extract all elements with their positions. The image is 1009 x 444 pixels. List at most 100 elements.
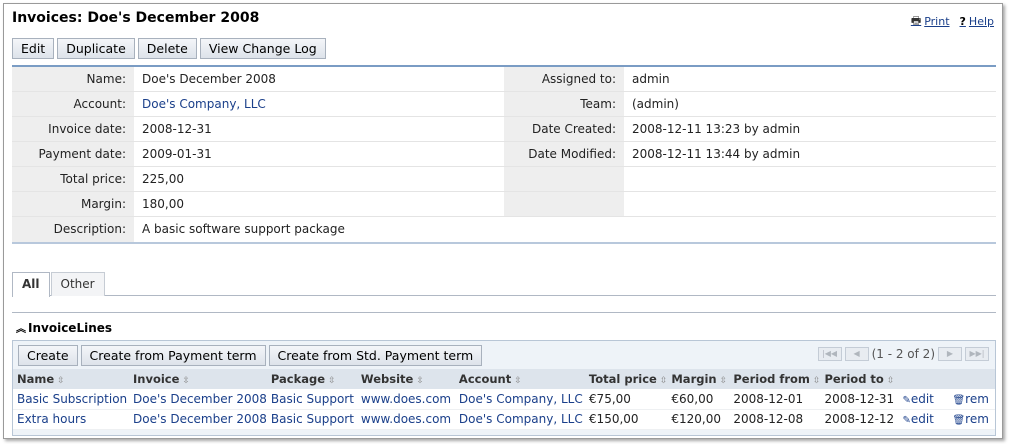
sort-icon: ⇳ <box>514 376 522 386</box>
column-header-invoice[interactable]: Invoice ⇳ <box>129 369 267 389</box>
next-page-icon[interactable]: ▶ <box>938 347 962 361</box>
duplicate-button[interactable]: Duplicate <box>57 38 135 59</box>
total-price-cell: €150,00 <box>584 409 668 430</box>
sort-icon: ⇳ <box>886 376 895 386</box>
invoicelines-table: Name ⇳ Invoice ⇳ Package ⇳ Website ⇳ Account… <box>13 369 995 430</box>
printer-icon: 🖶 <box>910 14 922 27</box>
date-modified-value: 2008-12-11 13:44 by admin <box>632 147 801 161</box>
period-from-cell: 2008-12-01 <box>729 389 821 410</box>
period-from-cell: 2008-12-08 <box>729 409 821 430</box>
divider <box>12 312 996 313</box>
table-row: Basic Subscription Doe's December 2008 B… <box>13 389 995 410</box>
invoice-date-value: 2008-12-31 <box>142 122 212 136</box>
help-link[interactable]: ? Help <box>960 12 994 31</box>
view-change-log-button[interactable]: View Change Log <box>199 38 326 59</box>
first-page-icon[interactable]: |◀◀ <box>817 347 842 361</box>
payment-date-value: 2009-01-31 <box>142 147 212 161</box>
create-from-std-payment-term-button[interactable]: Create from Std. Payment term <box>268 344 483 366</box>
edit-link[interactable]: ✎edit <box>902 412 933 426</box>
package-link[interactable]: Basic Support <box>271 392 354 406</box>
date-created-value: 2008-12-11 13:23 by admin <box>632 122 801 136</box>
collapse-chevron-icon[interactable]: ︽ <box>16 320 26 335</box>
account-link[interactable]: Doe's Company, LLC <box>459 412 583 426</box>
website-link[interactable]: www.does.com <box>361 392 451 406</box>
field-label: Description: <box>12 217 134 242</box>
sort-icon: ⇳ <box>416 376 424 386</box>
remove-link[interactable]: 🗑rem <box>952 412 988 426</box>
line-name-link[interactable]: Extra hours <box>17 412 86 426</box>
edit-pencil-icon: ✎ <box>902 394 911 406</box>
margin-cell: €60,00 <box>667 389 730 410</box>
field-label: Margin: <box>12 192 134 216</box>
pager-text: (1 - 2 of 2) <box>871 347 935 361</box>
remove-link[interactable]: 🗑rem <box>952 392 988 406</box>
line-name-link[interactable]: Basic Subscription <box>17 392 127 406</box>
invoicelines-section-header[interactable]: ︽ InvoiceLines <box>16 320 113 336</box>
total-price-value: 225,00 <box>142 172 184 186</box>
sort-icon: ⇳ <box>182 376 190 386</box>
account-value: Doe's Company, LLC <box>134 92 504 116</box>
sort-icon: ⇳ <box>328 376 336 386</box>
invoice-detail-window: Invoices: Doe's December 2008 🖶 Print ? … <box>3 3 1003 439</box>
package-link[interactable]: Basic Support <box>271 412 354 426</box>
field-value-empty <box>624 192 996 216</box>
sort-icon: ⇳ <box>57 376 65 386</box>
total-price-cell: €75,00 <box>584 389 668 410</box>
prev-page-icon[interactable]: ◀ <box>844 347 869 361</box>
invoice-link[interactable]: Doe's December 2008 <box>133 412 267 426</box>
column-header-account[interactable]: Account ⇳ <box>455 369 585 389</box>
description-value: A basic software support package <box>142 222 345 236</box>
column-header-name[interactable]: Name ⇳ <box>13 369 129 389</box>
detail-row-payment-date: Payment date: 2009-01-31 Date Modified: … <box>12 142 996 167</box>
column-header-edit <box>898 369 948 389</box>
column-header-period-to[interactable]: Period to ⇳ <box>820 369 898 389</box>
account-link[interactable]: Doe's Company, LLC <box>142 97 266 111</box>
column-header-total-price[interactable]: Total price ⇳ <box>585 369 667 389</box>
account-link[interactable]: Doe's Company, LLC <box>459 392 583 406</box>
column-header-package[interactable]: Package ⇳ <box>267 369 357 389</box>
create-from-payment-term-button[interactable]: Create from Payment term <box>80 344 266 366</box>
delete-button[interactable]: Delete <box>137 38 197 59</box>
help-label: Help <box>968 15 994 28</box>
field-label: Date Modified: <box>504 142 624 166</box>
detail-row-name: Name: Doe's December 2008 Assigned to: a… <box>12 67 996 92</box>
field-label-empty <box>504 167 624 191</box>
section-title: InvoiceLines <box>28 320 113 335</box>
edit-button[interactable]: Edit <box>12 38 55 59</box>
page-title: Invoices: Doe's December 2008 <box>12 10 260 26</box>
field-label: Account: <box>12 92 134 116</box>
detail-row-invoice-date: Invoice date: 2008-12-31 Date Created: 2… <box>12 117 996 142</box>
detail-row-description: Description: A basic software support pa… <box>12 217 996 242</box>
trash-icon: 🗑 <box>952 394 966 406</box>
margin-value: 180,00 <box>142 197 184 211</box>
action-toolbar: Edit Duplicate Delete View Change Log <box>12 38 326 59</box>
header-links: 🖶 Print ? Help <box>911 12 994 31</box>
field-label: Total price: <box>12 167 134 191</box>
team-value: (admin) <box>632 97 679 111</box>
create-button[interactable]: Create <box>18 344 78 366</box>
column-header-period-from[interactable]: Period from ⇳ <box>729 369 820 389</box>
column-header-website[interactable]: Website ⇳ <box>357 369 455 389</box>
period-to-cell: 2008-12-12 <box>820 409 899 430</box>
field-label: Name: <box>12 67 134 91</box>
subpanel-tabs: All Other <box>12 272 996 297</box>
field-label: Payment date: <box>12 142 134 166</box>
column-header-remove <box>948 369 995 389</box>
assigned-to-value: admin <box>632 72 670 86</box>
last-page-icon[interactable]: ▶▶| <box>965 347 989 361</box>
trash-icon: 🗑 <box>952 415 966 426</box>
edit-link[interactable]: ✎edit <box>902 392 933 406</box>
field-label: Assigned to: <box>504 67 624 91</box>
detail-row-account: Account: Doe's Company, LLC Team: (admin… <box>12 92 996 117</box>
name-value: Doe's December 2008 <box>142 72 276 86</box>
sort-icon: ⇳ <box>659 376 668 386</box>
print-link[interactable]: 🖶 Print <box>911 12 950 31</box>
website-link[interactable]: www.does.com <box>361 412 451 426</box>
field-label: Invoice date: <box>12 117 134 141</box>
table-header-row: Name ⇳ Invoice ⇳ Package ⇳ Website ⇳ Account… <box>13 369 995 389</box>
tab-all[interactable]: All <box>12 272 50 297</box>
column-header-margin[interactable]: Margin ⇳ <box>667 369 729 389</box>
invoice-link[interactable]: Doe's December 2008 <box>133 392 267 406</box>
margin-cell: €120,00 <box>667 409 730 430</box>
tab-other[interactable]: Other <box>50 272 105 296</box>
